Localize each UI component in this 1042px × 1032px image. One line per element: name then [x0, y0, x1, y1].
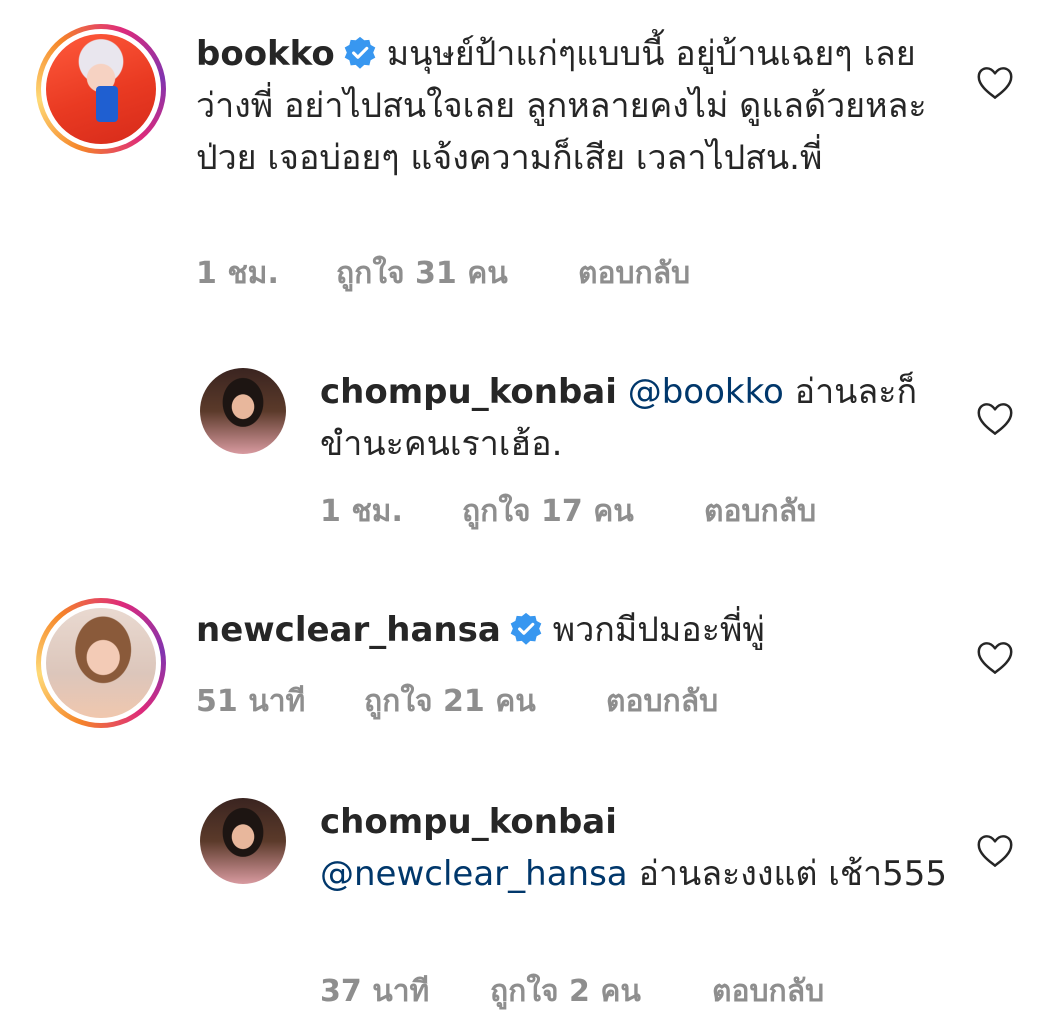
comment-text-block: chompu_konbai @bookko อ่านละก็ ขำนะคนเรา…	[320, 366, 950, 470]
mention-link[interactable]: @newclear_hansa	[320, 854, 628, 894]
story-ring[interactable]	[36, 598, 166, 728]
reply-button[interactable]: ตอบกลับ	[578, 250, 690, 297]
avatar[interactable]	[200, 368, 286, 454]
mention-link[interactable]: @bookko	[628, 372, 784, 412]
comment-text: พวกมีปมอะพี่พู่	[552, 610, 765, 650]
heart-outline-icon[interactable]	[976, 66, 1014, 100]
comment-meta: 51 นาที ถูกใจ 21 คน ตอบกลับ	[196, 678, 796, 719]
avatar	[46, 608, 156, 718]
username[interactable]: newclear_hansa	[196, 610, 501, 650]
timestamp: 51 นาที	[196, 684, 306, 719]
heart-outline-icon[interactable]	[976, 402, 1014, 436]
comment-text-block: bookko มนุษย์ป้าแก่ๆแบบนี้ อยู่บ้านเฉยๆ เ…	[196, 28, 956, 184]
comment-meta: 1 ชม. ถูกใจ 31 คน ตอบกลับ	[196, 250, 796, 291]
username[interactable]: chompu_konbai	[320, 802, 617, 842]
reply-button[interactable]: ตอบกลับ	[704, 488, 816, 535]
username[interactable]: chompu_konbai	[320, 372, 617, 412]
likes-count[interactable]: ถูกใจ 21 คน	[364, 678, 536, 725]
story-ring[interactable]	[36, 24, 166, 154]
timestamp: 1 ชม.	[320, 494, 403, 529]
comment-meta: 1 ชม. ถูกใจ 17 คน ตอบกลับ	[320, 488, 920, 529]
comment-text-block: chompu_konbai @newclear_hansa อ่านละงงแต…	[320, 796, 950, 900]
timestamp: 37 นาที	[320, 974, 430, 1009]
comment-text-block: newclear_hansa พวกมีปมอะพี่พู่	[196, 604, 956, 656]
reply-button[interactable]: ตอบกลับ	[712, 968, 824, 1015]
verified-badge-icon	[510, 612, 542, 645]
likes-count[interactable]: ถูกใจ 31 คน	[336, 250, 508, 297]
comment-text: อ่านละงงแต่ เช้า555	[638, 854, 947, 894]
comment-meta: 37 นาที ถูกใจ 2 คน ตอบกลับ	[320, 968, 920, 1009]
verified-badge-icon	[344, 36, 376, 69]
likes-count[interactable]: ถูกใจ 2 คน	[490, 968, 641, 1015]
likes-count[interactable]: ถูกใจ 17 คน	[462, 488, 634, 535]
reply-button[interactable]: ตอบกลับ	[606, 678, 718, 725]
avatar	[46, 34, 156, 144]
avatar[interactable]	[200, 798, 286, 884]
heart-outline-icon[interactable]	[976, 834, 1014, 868]
timestamp: 1 ชม.	[196, 256, 279, 291]
username[interactable]: bookko	[196, 34, 335, 74]
heart-outline-icon[interactable]	[976, 641, 1014, 675]
